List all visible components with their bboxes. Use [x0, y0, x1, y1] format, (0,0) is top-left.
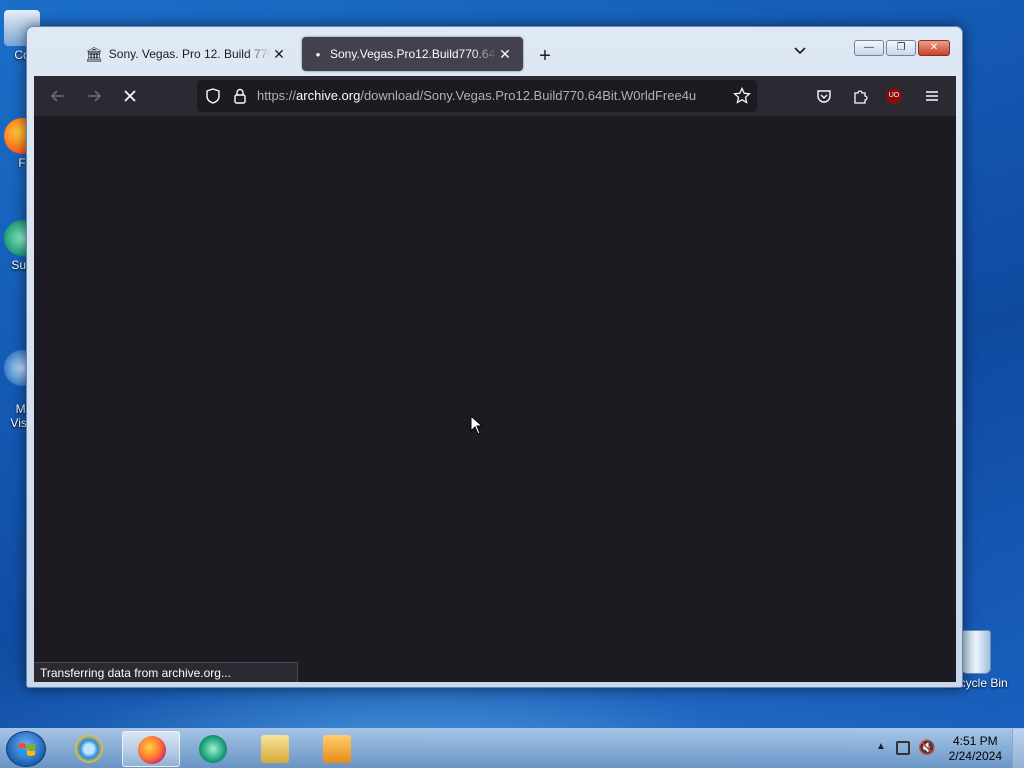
mouse-cursor-icon: [470, 415, 484, 435]
status-panel: Transferring data from archive.org...: [34, 662, 298, 682]
new-tab-button[interactable]: +: [533, 45, 557, 68]
system-tray: ▲ 🔇 4:51 PM 2/24/2024: [864, 729, 1024, 768]
back-button[interactable]: [46, 84, 70, 108]
tracking-protection-shield-icon[interactable]: [205, 88, 221, 104]
lock-icon[interactable]: [233, 88, 247, 104]
recycle-bin-icon: [961, 630, 991, 674]
window-controls: — ❐ ✕: [854, 40, 950, 56]
show-hidden-icons-icon[interactable]: ▲: [876, 741, 886, 752]
taskbar-file-explorer[interactable]: [246, 731, 304, 767]
tab-archive[interactable]: 🏛 Sony. Vegas. Pro 12. Build 770.64 ✕: [75, 37, 297, 71]
file-icon: ●: [315, 49, 321, 59]
video-player-icon: [323, 735, 351, 763]
url-path: /download/Sony.Vegas.Pro12.Build770.64Bi…: [360, 88, 697, 103]
back-arrow-icon: [50, 90, 64, 102]
tab-strip: 🏛 Sony. Vegas. Pro 12. Build 770.64 ✕ ● …: [35, 35, 956, 75]
url-text: https://archive.org/download/Sony.Vegas.…: [257, 88, 719, 103]
desktop-icon-label: F: [18, 156, 26, 170]
close-tab-icon[interactable]: ✕: [271, 46, 287, 63]
taskbar-internet-explorer[interactable]: [60, 731, 118, 767]
pocket-icon: [817, 90, 831, 103]
archive-icon: 🏛: [85, 45, 103, 62]
network-icon[interactable]: [896, 741, 910, 755]
address-bar[interactable]: https://archive.org/download/Sony.Vegas.…: [197, 80, 757, 112]
extensions-button[interactable]: [848, 84, 872, 108]
navigation-toolbar: https://archive.org/download/Sony.Vegas.…: [34, 76, 956, 116]
url-prefix: https://: [257, 88, 297, 103]
taskbar: ▲ 🔇 4:51 PM 2/24/2024: [0, 728, 1024, 768]
forward-arrow-icon: [88, 90, 102, 102]
hamburger-menu-icon: [926, 91, 938, 101]
ublock-origin-button[interactable]: UO: [886, 88, 902, 104]
chevron-down-icon: [794, 47, 806, 55]
internet-explorer-icon: [75, 735, 103, 763]
taskbar-media-player[interactable]: [184, 731, 242, 767]
url-host: archive.org: [296, 88, 361, 103]
stop-icon: [124, 90, 136, 102]
volume-muted-icon[interactable]: 🔇: [918, 739, 935, 756]
clock-date: 2/24/2024: [948, 749, 1002, 763]
tab-title: Sony. Vegas. Pro 12. Build 770.64: [108, 47, 271, 61]
clock-time: 4:51 PM: [952, 734, 998, 748]
firefox-icon: [138, 736, 166, 764]
menu-button[interactable]: [920, 84, 944, 108]
stop-loading-button[interactable]: [118, 84, 142, 108]
minimize-button[interactable]: —: [854, 40, 884, 56]
show-desktop-button[interactable]: [1012, 729, 1024, 768]
windows-logo-icon: [19, 743, 35, 756]
close-window-button[interactable]: ✕: [918, 40, 950, 56]
start-button[interactable]: [6, 731, 46, 767]
taskbar-video-player[interactable]: [308, 731, 366, 767]
restore-button[interactable]: ❐: [886, 40, 916, 56]
media-player-icon: [199, 735, 227, 763]
tab-download[interactable]: ● Sony.Vegas.Pro12.Build770.64Bit. ✕: [302, 37, 523, 71]
tab-title: Sony.Vegas.Pro12.Build770.64Bit.: [330, 47, 497, 61]
forward-button[interactable]: [82, 84, 106, 108]
page-content: [34, 116, 956, 682]
pocket-button[interactable]: [812, 84, 836, 108]
bookmark-star-icon[interactable]: [733, 87, 751, 105]
taskbar-firefox[interactable]: [122, 731, 180, 767]
firefox-window: 🏛 Sony. Vegas. Pro 12. Build 770.64 ✕ ● …: [26, 26, 963, 688]
close-tab-icon[interactable]: ✕: [497, 46, 513, 63]
clock[interactable]: 4:51 PM 2/24/2024: [949, 734, 1002, 764]
list-all-tabs-button[interactable]: [793, 44, 807, 61]
file-explorer-icon: [261, 735, 289, 763]
puzzle-piece-icon: [854, 90, 868, 104]
